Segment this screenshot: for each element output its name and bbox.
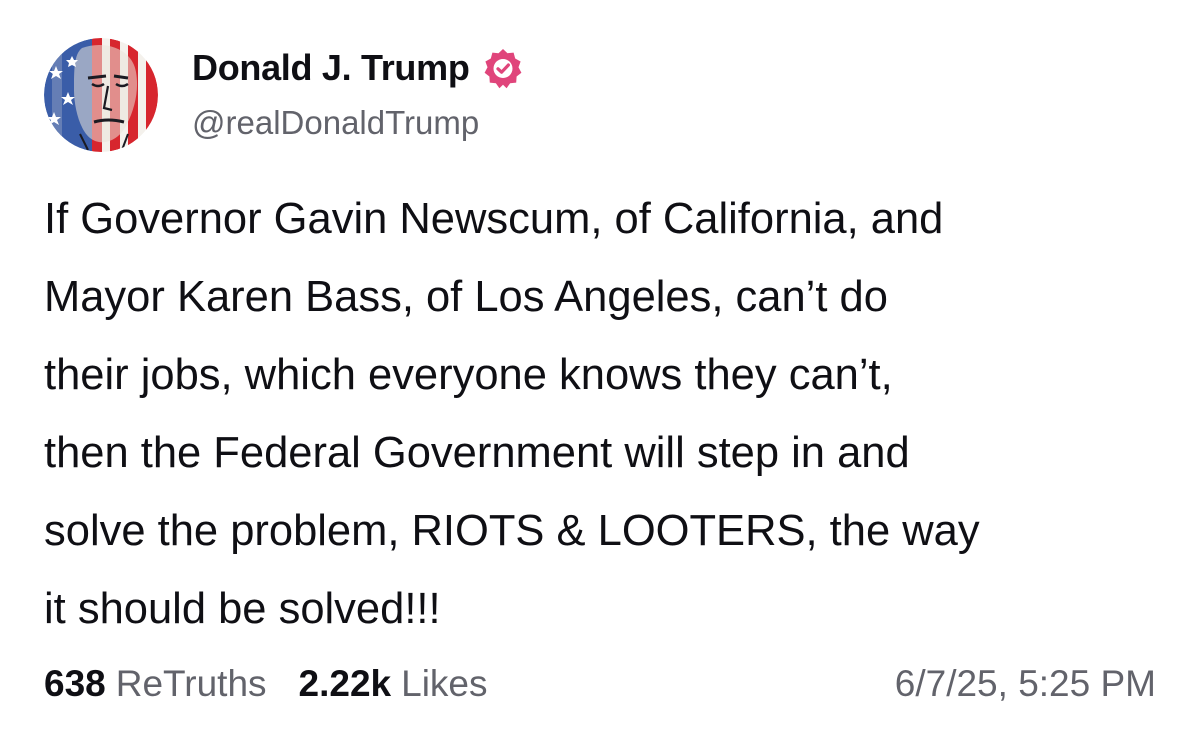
likes-label: Likes (401, 663, 488, 704)
author-handle[interactable]: @realDonaldTrump (192, 104, 524, 142)
post-body-line: Mayor Karen Bass, of Los Angeles, can’t … (44, 273, 888, 321)
author-display-name[interactable]: Donald J. Trump (192, 47, 470, 89)
post-body-line: their jobs, which everyone knows they ca… (44, 351, 893, 399)
avatar[interactable] (44, 38, 158, 152)
post-body: If Governor Gavin Newscum, of California… (44, 180, 1164, 648)
post-body-line: then the Federal Government will step in… (44, 429, 910, 477)
author-block: Donald J. Trump @realDonaldTrump (192, 44, 524, 142)
engagement-stats: 638 ReTruths 2.22k Likes (44, 663, 488, 705)
verified-badge-icon (482, 47, 524, 89)
post-timestamp[interactable]: 6/7/25, 5:25 PM (895, 663, 1156, 705)
flag-portrait-avatar-icon (44, 38, 158, 152)
post-body-line: If Governor Gavin Newscum, of California… (44, 195, 944, 243)
likes-stat[interactable]: 2.22k Likes (299, 663, 488, 705)
likes-count: 2.22k (298, 663, 392, 704)
post-body-line: solve the problem, RIOTS & LOOTERS, the … (44, 507, 980, 555)
retruths-stat[interactable]: 638 ReTruths (44, 663, 267, 705)
post-body-line: it should be solved!!! (44, 585, 441, 633)
retruths-label: ReTruths (115, 663, 267, 704)
name-row: Donald J. Trump (192, 44, 524, 92)
retruths-count: 638 (44, 663, 106, 704)
post-card: Donald J. Trump @realDonaldTrump If Gove… (0, 0, 1200, 742)
